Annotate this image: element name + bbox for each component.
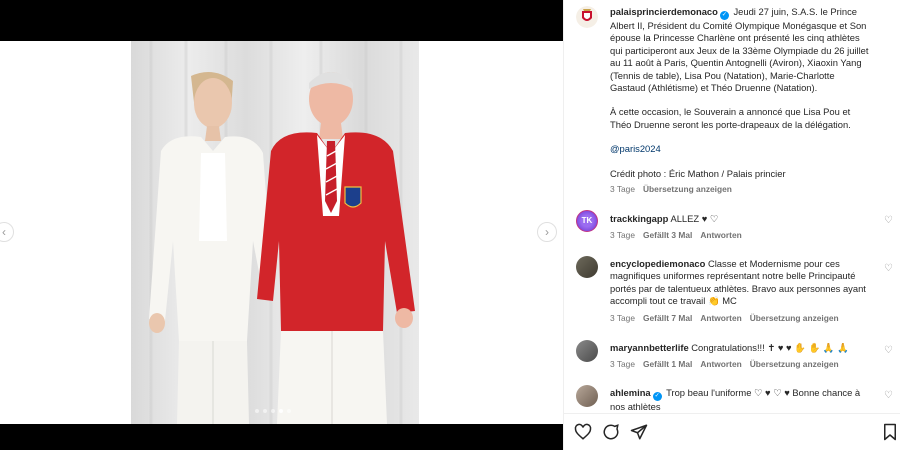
caption-text-p2: À cette occasion, le Souverain a annoncé… (610, 106, 851, 130)
comment-item: TK trackkingapp ALLEZ ♥ ♡ 3 Tage Gefällt … (576, 210, 894, 242)
avatar[interactable] (576, 6, 598, 28)
comment-username[interactable]: maryannbetterlife (610, 342, 689, 353)
action-bar (564, 413, 900, 450)
carousel-dots (255, 409, 291, 413)
comment-item: encyclopediemonaco Classe et Modernisme … (576, 256, 894, 326)
comment-time[interactable]: 3 Tage (610, 359, 635, 369)
woman-figure (149, 72, 273, 424)
media-letterbox-top (0, 0, 563, 41)
like-comment-heart-icon[interactable]: ♡ (884, 391, 894, 401)
comment-username[interactable]: encyclopediemonaco (610, 258, 705, 269)
previous-arrow-icon[interactable]: ‹ (0, 222, 14, 242)
avatar[interactable] (576, 340, 598, 362)
translate-link[interactable]: Übersetzung anzeigen (750, 313, 839, 323)
like-comment-heart-icon[interactable]: ♡ (884, 346, 894, 356)
caption-text-p1: Jeudi 27 juin, S.A.S. le Prince Albert I… (610, 6, 869, 94)
carousel-dot (263, 409, 267, 413)
caption-meta: 3 Tage Übersetzung anzeigen (610, 184, 740, 194)
translate-link[interactable]: Übersetzung anzeigen (643, 184, 732, 194)
comments-scroll[interactable]: palaisprincierdemonaco ✓ Jeudi 27 juin, S… (564, 0, 900, 413)
monaco-crest-icon (576, 6, 598, 28)
next-arrow-icon[interactable]: › (537, 222, 557, 242)
heart-icon[interactable] (574, 423, 592, 441)
comment-likes[interactable]: Gefällt 7 Mal (643, 313, 692, 323)
photo-illustration (149, 41, 415, 424)
reply-link[interactable]: Antworten (700, 230, 741, 240)
post-photo[interactable] (131, 41, 419, 424)
avatar[interactable]: TK (576, 210, 598, 232)
bookmark-icon[interactable] (882, 423, 900, 441)
caption-credit: Crédit photo : Éric Mathon / Palais prin… (610, 167, 786, 179)
comment-likes[interactable]: Gefällt 1 Mal (643, 359, 692, 369)
comment-time[interactable]: 3 Tage (610, 313, 635, 323)
caption-username[interactable]: palaisprincierdemonaco (610, 6, 718, 17)
comment-text: Congratulations!!! ✝ ♥ ♥ ✋ ✋ 🙏 🙏 (691, 342, 849, 353)
comment-meta: 3 Tage Gefällt 7 Mal Antworten Übersetzung … (610, 313, 847, 323)
comment-username[interactable]: ahlemina (610, 387, 651, 398)
like-comment-heart-icon[interactable]: ♡ (884, 216, 894, 226)
comment-icon[interactable] (602, 423, 620, 441)
reply-link[interactable]: Antworten (700, 359, 741, 369)
share-icon[interactable] (630, 423, 648, 441)
comment-text: ALLEZ ♥ ♡ (670, 213, 719, 224)
avatar-initials: TK (581, 216, 593, 225)
translate-link[interactable]: Übersetzung anzeigen (750, 359, 839, 369)
comment-username[interactable]: trackkingapp (610, 213, 668, 224)
avatar[interactable] (576, 385, 598, 407)
carousel-dot-active (279, 409, 283, 413)
avatar[interactable] (576, 256, 598, 278)
man-figure (257, 72, 415, 424)
caption-mention-link[interactable]: @paris2024 (610, 143, 872, 155)
media-letterbox-bottom (0, 424, 563, 450)
verified-badge-icon: ✓ (652, 392, 662, 401)
reply-link[interactable]: Antworten (700, 313, 741, 323)
comment-meta: 3 Tage Gefällt 3 Mal Antworten (610, 230, 750, 240)
comment-time[interactable]: 3 Tage (610, 230, 635, 240)
comment-item: ahlemina ✓ Trop beau l'uniforme ♡ ♥ ♡ ♥ B… (576, 385, 894, 413)
caption-time[interactable]: 3 Tage (610, 184, 635, 194)
post-media: ‹ › (0, 0, 563, 450)
post-caption: palaisprincierdemonaco ✓ Jeudi 27 juin, S… (576, 6, 894, 198)
comments-panel: palaisprincierdemonaco ✓ Jeudi 27 juin, S… (563, 0, 900, 450)
carousel-dot (255, 409, 259, 413)
like-comment-heart-icon[interactable]: ♡ (884, 264, 894, 274)
carousel-dot (271, 409, 275, 413)
carousel-dot (287, 409, 291, 413)
comment-item: maryannbetterlife Congratulations!!! ✝ ♥… (576, 340, 894, 372)
comment-meta: 3 Tage Gefällt 1 Mal Antworten Übersetzung … (610, 359, 847, 369)
comment-likes[interactable]: Gefällt 3 Mal (643, 230, 692, 240)
verified-badge-icon: ✓ (719, 11, 729, 20)
